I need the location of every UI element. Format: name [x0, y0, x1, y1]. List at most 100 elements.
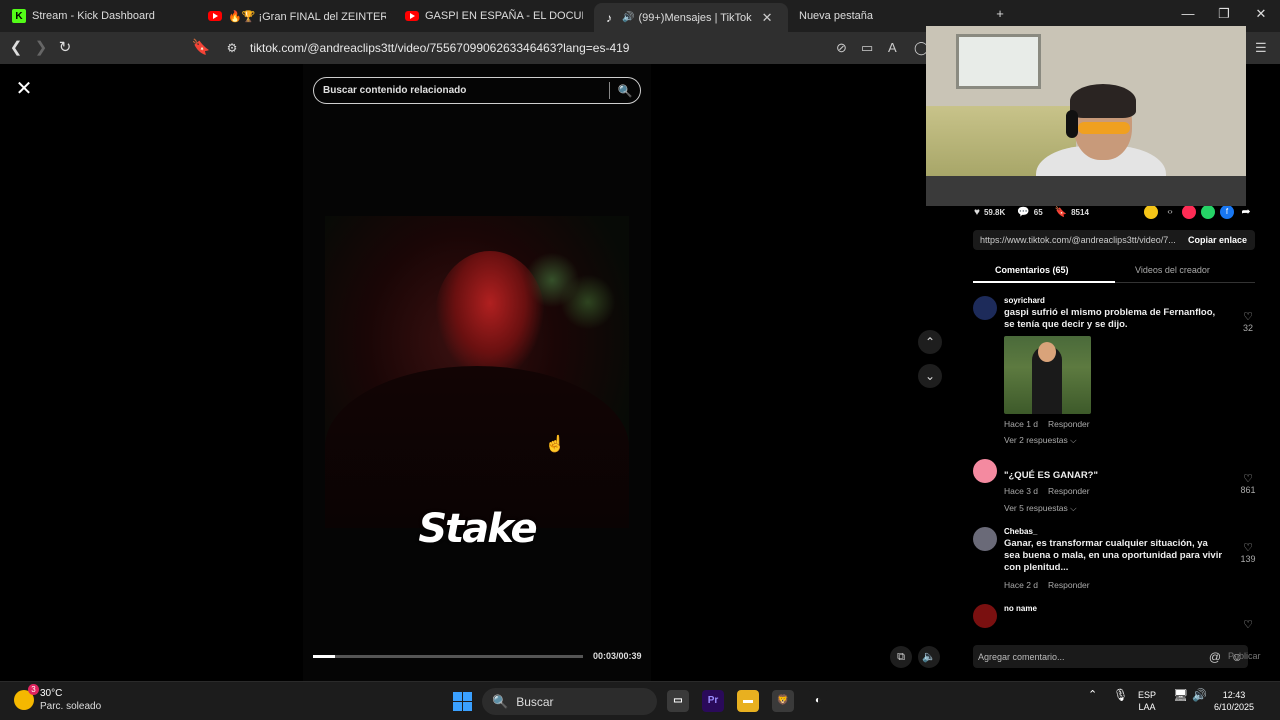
tab-label: (99+)Mensajes | TikTok	[638, 11, 752, 24]
pip-icon[interactable]: ⧉	[890, 646, 912, 668]
next-video-icon[interactable]: ⌄	[918, 364, 942, 388]
comment-time: Hace 1 d	[1004, 419, 1039, 429]
translate-icon[interactable]: A	[888, 40, 897, 55]
comment-like[interactable]: ♡ 32	[1235, 310, 1261, 333]
save-count: 8514	[1071, 207, 1089, 217]
minimize-icon[interactable]: —	[1178, 6, 1198, 21]
video-shirt	[325, 366, 629, 528]
copy-link-button[interactable]: Copiar enlace	[1188, 235, 1255, 245]
panel-tabs: Comentarios (65) Videos del creador	[973, 259, 1255, 283]
progress-bar[interactable]	[313, 655, 583, 658]
windows-start-icon[interactable]	[453, 692, 472, 711]
webcam-overlay	[926, 26, 1246, 206]
reply-button[interactable]: Responder	[1048, 580, 1090, 590]
reply-button[interactable]: Responder	[1048, 486, 1090, 496]
tab-new-tab[interactable]: Nueva pestaña	[799, 4, 949, 28]
video-frame	[325, 216, 629, 528]
youtube-icon	[405, 11, 419, 21]
lang-code: ESP	[1138, 690, 1157, 700]
bookmark-icon[interactable]: 🔖	[191, 38, 211, 58]
whatsapp-icon[interactable]	[1201, 205, 1215, 219]
close-video-icon[interactable]: ✕	[12, 77, 36, 101]
comment-like[interactable]: ♡ 861	[1235, 472, 1261, 495]
avatar[interactable]	[973, 459, 997, 483]
taskbar-search[interactable]: 🔍 Buscar	[482, 688, 657, 715]
comment-meta: Hace 3 d Responder	[1004, 486, 1100, 496]
publish-button[interactable]: Publicar	[1228, 651, 1261, 661]
search-icon[interactable]: 🔍	[610, 84, 640, 98]
tab-underline	[973, 281, 1115, 283]
video-person	[435, 251, 545, 381]
facebook-icon[interactable]: f	[1220, 205, 1234, 219]
comment-icon: 💬	[1017, 206, 1030, 218]
view-replies-button[interactable]: Ver 5 respuestas ⌵	[1004, 503, 1077, 514]
like-button[interactable]: ♥ 59.8K	[974, 207, 1005, 218]
tiktok-icon: ♪	[606, 10, 612, 25]
volume-icon[interactable]: 🔊	[1192, 689, 1207, 701]
tab-tiktok-active[interactable]: ♪ 🔊 (99+)Mensajes | TikTok ✕	[594, 3, 788, 32]
back-icon[interactable]: ❮	[6, 38, 26, 58]
file-explorer-icon[interactable]: ▬	[737, 690, 759, 712]
tab-label: Nueva pestaña	[799, 10, 873, 22]
coin-icon[interactable]	[1144, 205, 1158, 219]
window-close-icon[interactable]: ✕	[1251, 6, 1271, 22]
temperature: 30°C	[40, 688, 63, 699]
video-player[interactable]: Buscar contenido relacionado 🔍 Stake 00:…	[303, 64, 651, 681]
comment-username[interactable]: soyrichard	[1004, 296, 1045, 305]
embed-icon[interactable]: ‹›	[1163, 205, 1177, 219]
comment-like[interactable]: ♡	[1235, 618, 1255, 631]
like-count: 59.8K	[983, 207, 1006, 217]
progress-fill	[313, 655, 335, 658]
avatar[interactable]	[973, 527, 997, 551]
volume-icon[interactable]: 🔈	[918, 646, 940, 668]
forward-icon[interactable]: ❯	[31, 38, 51, 58]
tab-zeinternacional[interactable]: 🔥🏆 ¡Gran FINAL del ZEINTERNAC	[208, 4, 386, 28]
input-language[interactable]: ESP LAA	[1138, 689, 1156, 713]
microphone-icon[interactable]: 🎙	[1113, 689, 1128, 701]
related-search-input[interactable]: Buscar contenido relacionado 🔍	[313, 77, 641, 104]
reader-off-icon[interactable]: ⊘	[836, 40, 847, 56]
view-replies-button[interactable]: Ver 2 respuestas ⌵	[1004, 435, 1077, 446]
tab-creator-videos[interactable]: Videos del creador	[1135, 265, 1210, 275]
tab-gaspi-documental[interactable]: GASPI EN ESPAÑA - EL DOCUMENTA	[405, 4, 583, 28]
comment-username[interactable]: Chebas_	[1004, 527, 1037, 536]
cast-icon[interactable]: ▭	[861, 40, 873, 56]
save-button[interactable]: 🔖 8514	[1055, 207, 1089, 218]
comment-input[interactable]: Agregar comentario... @ ☺	[973, 645, 1248, 668]
comment-username[interactable]: no name	[1004, 604, 1037, 613]
lang-region: LAA	[1138, 702, 1156, 712]
brave-icon[interactable]: 🦁	[772, 690, 794, 712]
new-tab-plus-icon[interactable]: +	[990, 6, 1010, 21]
heart-outline-icon: ♡	[1243, 542, 1253, 554]
network-icon[interactable]: 🖥	[1173, 689, 1188, 701]
share-arrow-icon[interactable]: ➦	[1239, 205, 1253, 219]
comment-item: "¿QUÉ ES GANAR?" Hace 3 d Responder Ver 5…	[973, 459, 1256, 519]
send-icon[interactable]	[1182, 205, 1196, 219]
maximize-icon[interactable]: ❐	[1214, 6, 1234, 22]
obs-icon[interactable]: ◐	[807, 690, 829, 712]
clock[interactable]: 12:43 6/10/2025	[1214, 689, 1254, 713]
task-view-icon[interactable]: ▭	[667, 690, 689, 712]
previous-video-icon[interactable]: ⌃	[918, 330, 942, 354]
mention-icon[interactable]: @	[1204, 650, 1226, 664]
bookmark-icon: 🔖	[1054, 206, 1068, 218]
reply-button[interactable]: Responder	[1048, 419, 1090, 429]
url-field[interactable]: tiktok.com/@andreaclips3tt/video/7556709…	[250, 41, 629, 55]
menu-icon[interactable]: ☰	[1255, 40, 1267, 56]
close-icon[interactable]: ✕	[762, 10, 773, 26]
avatar[interactable]	[973, 604, 997, 628]
reload-icon[interactable]: ↻	[55, 38, 75, 58]
premiere-icon[interactable]: Pr	[702, 690, 724, 712]
comment-time: Hace 3 d	[1004, 486, 1039, 496]
comment-item: no name ♡	[973, 604, 1255, 632]
comment-button[interactable]: 💬 65	[1017, 207, 1042, 218]
comment-image[interactable]	[1004, 336, 1091, 414]
tab-comments[interactable]: Comentarios (65)	[995, 265, 1069, 275]
share-link[interactable]: https://www.tiktok.com/@andreaclips3tt/v…	[973, 235, 1188, 245]
webcam-glasses	[1078, 122, 1130, 134]
avatar[interactable]	[973, 296, 997, 320]
tray-expand-icon[interactable]: ⌃	[1088, 689, 1097, 701]
site-settings-icon[interactable]: ⚙	[222, 38, 242, 58]
tab-kick-dashboard[interactable]: K Stream - Kick Dashboard	[12, 4, 192, 28]
comment-like[interactable]: ♡ 139	[1235, 541, 1261, 564]
